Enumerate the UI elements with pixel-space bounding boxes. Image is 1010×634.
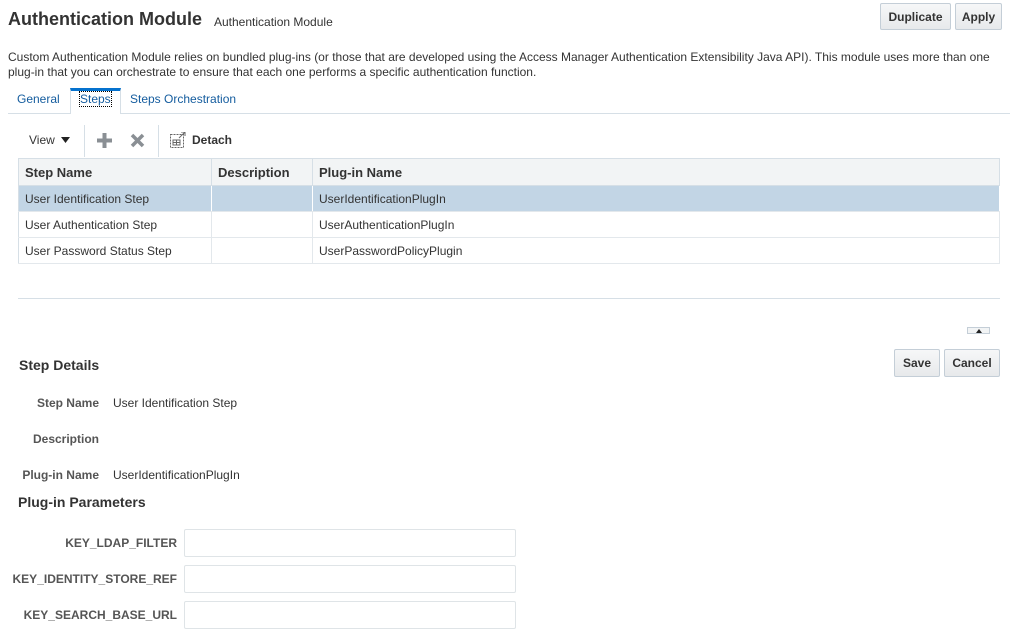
step-name-value: User Identification Step xyxy=(113,396,238,410)
plugin-name-value: UserIdentificationPlugIn xyxy=(113,468,240,482)
step-details-title: Step Details xyxy=(19,357,100,373)
key-search-base-url-input[interactable] xyxy=(184,601,516,629)
detach-icon xyxy=(170,132,186,148)
toolbar-separator xyxy=(158,125,159,157)
table-row[interactable]: User Password Status Step UserPasswordPo… xyxy=(18,237,1000,264)
cell-plugin-name: UserAuthenticationPlugIn xyxy=(312,211,1000,238)
caret-up-icon xyxy=(975,328,982,333)
cell-step-name: User Password Status Step xyxy=(18,237,212,264)
plus-icon[interactable] xyxy=(97,133,112,148)
key-identity-store-ref-label: KEY_IDENTITY_STORE_REF xyxy=(12,572,177,586)
save-button[interactable]: Save xyxy=(894,349,940,377)
cell-plugin-name: UserIdentificationPlugIn xyxy=(312,185,1000,212)
table-header-row: Step Name Description Plug-in Name xyxy=(18,158,1000,186)
column-header-description[interactable]: Description xyxy=(211,158,313,186)
detach-label: Detach xyxy=(192,133,233,147)
cell-plugin-name: UserPasswordPolicyPlugin xyxy=(312,237,1000,264)
tab-steps-label: Steps xyxy=(79,91,112,107)
caret-down-icon xyxy=(60,137,70,143)
description-label: Description xyxy=(32,432,99,446)
cancel-button[interactable]: Cancel xyxy=(944,349,1000,377)
table-row[interactable]: User Identification Step UserIdentificat… xyxy=(18,185,1000,212)
step-name-label: Step Name xyxy=(36,396,99,410)
section-divider xyxy=(18,298,1000,299)
cell-description xyxy=(211,211,313,238)
collapse-panel-button[interactable] xyxy=(967,327,990,334)
view-menu-label: View xyxy=(29,133,55,147)
tab-steps[interactable]: Steps xyxy=(70,88,121,114)
key-ldap-filter-label: KEY_LDAP_FILTER xyxy=(65,536,177,550)
tab-steps-orchestration-label: Steps Orchestration xyxy=(130,92,237,106)
cell-description xyxy=(211,237,313,264)
detach-button[interactable]: Detach xyxy=(170,132,232,148)
plugin-name-label: Plug-in Name xyxy=(22,468,99,482)
tab-general-label: General xyxy=(17,92,60,106)
plugin-parameters-title: Plug-in Parameters xyxy=(18,494,146,510)
key-ldap-filter-input[interactable] xyxy=(184,529,516,557)
cell-description xyxy=(211,185,313,212)
tab-general[interactable]: General xyxy=(17,88,60,114)
page-subtitle: Authentication Module xyxy=(214,15,333,29)
toolbar-separator xyxy=(84,125,85,157)
cell-step-name: User Identification Step xyxy=(18,185,212,212)
page-title: Authentication Module xyxy=(8,9,202,29)
key-identity-store-ref-input[interactable] xyxy=(184,565,516,593)
column-header-step-name[interactable]: Step Name xyxy=(18,158,212,186)
steps-table: Step Name Description Plug-in Name User … xyxy=(18,158,1000,264)
duplicate-button[interactable]: Duplicate xyxy=(880,3,951,30)
module-description: Custom Authentication Module relies on b… xyxy=(8,50,990,79)
table-row[interactable]: User Authentication Step UserAuthenticat… xyxy=(18,211,1000,238)
column-header-plugin-name[interactable]: Plug-in Name xyxy=(312,158,1000,186)
view-menu[interactable]: View xyxy=(29,133,70,147)
x-icon[interactable] xyxy=(130,133,145,148)
key-search-base-url-label: KEY_SEARCH_BASE_URL xyxy=(23,608,177,622)
tab-steps-orchestration[interactable]: Steps Orchestration xyxy=(130,88,236,114)
apply-button[interactable]: Apply xyxy=(955,3,1002,30)
cell-step-name: User Authentication Step xyxy=(18,211,212,238)
